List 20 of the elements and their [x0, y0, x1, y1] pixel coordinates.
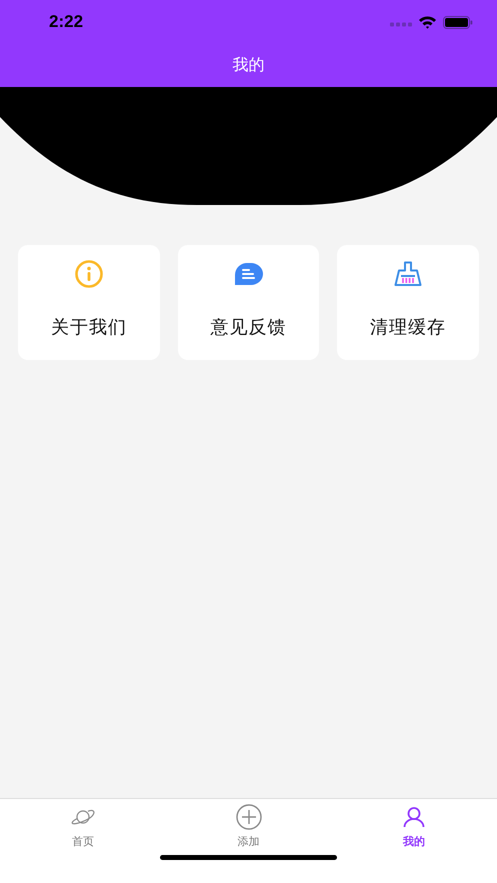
tab[interactable]: 添加	[166, 805, 332, 853]
wifi-icon	[418, 15, 437, 29]
card-label: 意见反馈	[210, 316, 286, 339]
plus-icon	[234, 804, 262, 830]
menu-card[interactable]: 清理缓存	[337, 245, 480, 360]
menu-card[interactable]: 关于我们	[18, 245, 160, 360]
tab[interactable]: 我的	[331, 805, 497, 853]
info-icon	[72, 260, 105, 288]
person-icon	[403, 806, 426, 828]
broom-icon	[394, 261, 422, 287]
planet-icon	[70, 808, 96, 826]
page-title: 我的	[232, 55, 264, 76]
menu-card[interactable]: 意见反馈	[178, 245, 320, 360]
card-label: 关于我们	[50, 316, 127, 339]
battery-icon	[443, 16, 473, 28]
message-icon	[234, 262, 264, 286]
card-label: 清理缓存	[370, 316, 446, 339]
status-time: 2:22	[49, 12, 84, 32]
signal-icon	[390, 22, 412, 26]
tab[interactable]: 首页	[0, 805, 166, 853]
